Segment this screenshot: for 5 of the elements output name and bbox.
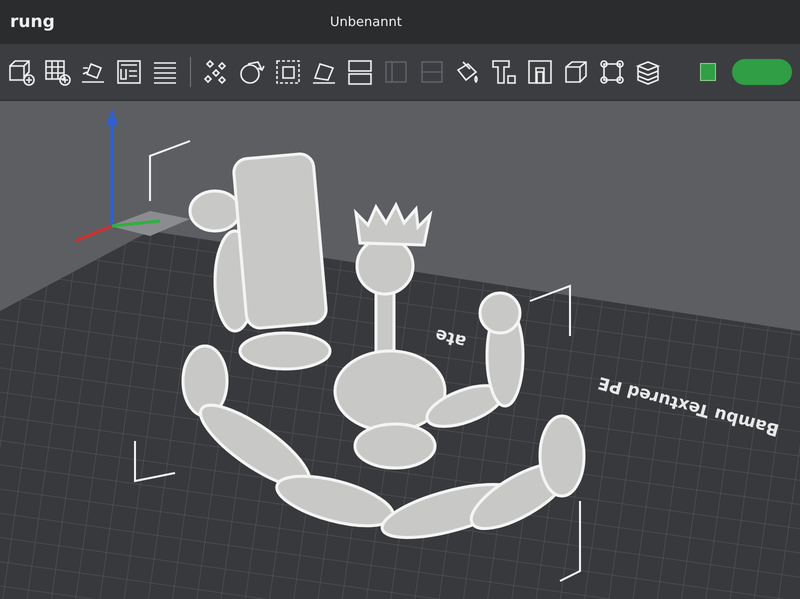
window-title: Unbenannt xyxy=(330,14,402,30)
slice-button[interactable] xyxy=(732,59,792,85)
plate-label: ate xyxy=(433,324,468,352)
layout-toggle-icon[interactable] xyxy=(700,63,716,81)
tab-label[interactable]: rung xyxy=(10,12,330,32)
